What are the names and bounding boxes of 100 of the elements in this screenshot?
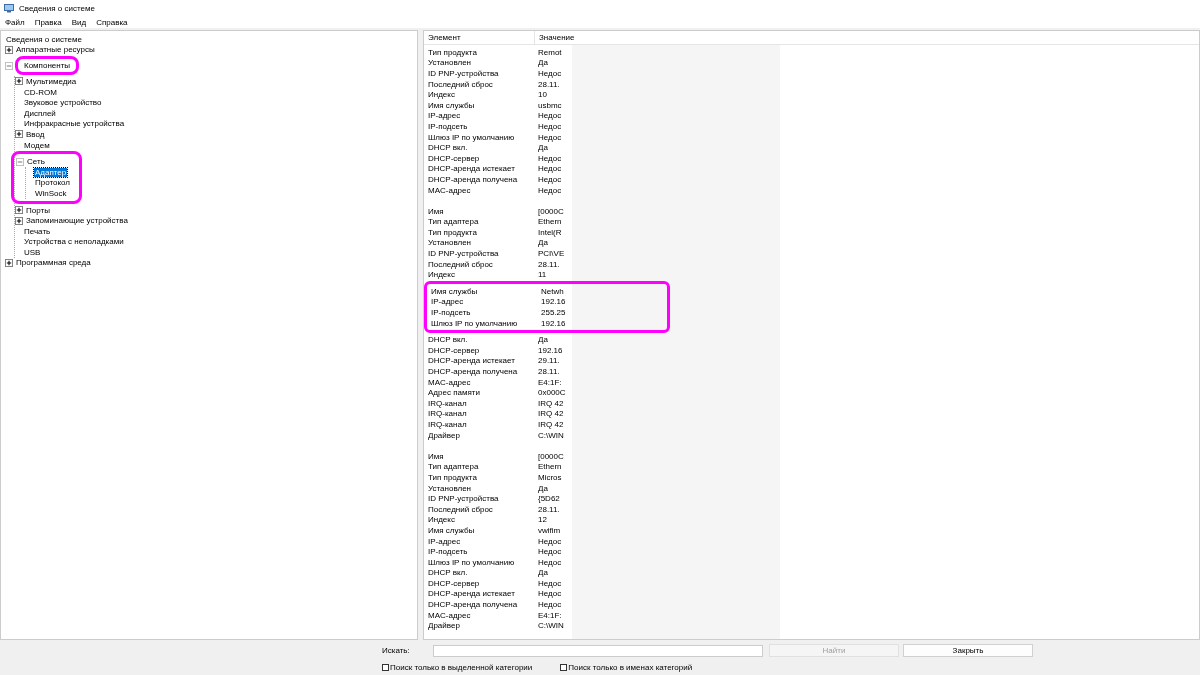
item-value: Да [537,143,549,153]
item-name: DHCP-сервер [427,153,481,163]
item-name: Тип продукта [427,47,478,57]
column-header[interactable]: Элемент [424,31,534,44]
item-value: 192.16 [537,345,564,355]
expand-icon[interactable] [15,77,23,86]
item-name: Индекс [427,515,456,525]
tree-item[interactable]: Мультимедиа [25,77,78,86]
item-value: Да [537,58,549,68]
search-label: Искать: [382,646,411,655]
tree-item[interactable]: Программная среда [15,258,92,268]
tree-item[interactable]: Звуковое устройство [23,98,103,108]
item-name: DHCP вкл. [427,335,469,345]
tree-item[interactable]: Печать [23,226,52,236]
item-name: IP-подсеть [427,547,469,557]
item-value: IRQ 42 [537,398,565,408]
item-value: Remot [537,47,563,57]
tree-item[interactable]: Сеть [26,157,46,167]
item-value: Недос [537,578,563,588]
item-name: Адрес памяти [427,388,481,398]
checkbox[interactable] [382,664,389,671]
item-name: Индекс [427,270,456,280]
search-field[interactable] [433,644,763,657]
item-value: Да [537,335,549,345]
item-value: Ethern [537,217,563,227]
item-name: Тип продукта [427,472,478,482]
item-name: IRQ-канал [427,398,468,408]
tree-item[interactable]: Инфракрасные устройства [23,119,126,129]
item-value: 11 [537,270,548,280]
item-value: Недос [537,557,563,567]
expand-icon[interactable] [15,206,23,214]
item-name: Шлюз IP по умолчанию [430,318,519,328]
menu-item[interactable]: Вид [70,17,88,27]
item-name: Имя [427,206,445,216]
item-value: 0x000C [537,388,567,398]
item-value: Да [537,238,549,248]
item-value: Недос [537,185,563,195]
item-name: DHCP вкл. [427,568,469,578]
tree-item[interactable]: Запоминающие устройства [25,216,129,226]
item-value: Недос [537,589,563,599]
item-value: 28.11. [537,504,561,514]
item-name: DHCP-сервер [427,578,481,588]
item-value: C:\WIN [537,430,565,440]
item-name: ID PNP-устройства [427,69,500,78]
item-name: Установлен [427,58,473,68]
tree-item[interactable]: Компоненты [15,56,80,76]
item-name: Драйвер [427,621,461,631]
item-name: IP-адрес [430,297,465,307]
tree-item[interactable]: Дисплей [23,108,57,118]
item-value: vwifim [537,525,562,535]
item-value: Недос [537,174,563,184]
tree-item[interactable]: Аппаратные ресурсы [15,45,96,55]
item-name: Тип адаптера [427,462,480,472]
tree-root[interactable]: Сведения о системе [5,34,83,44]
item-value: Недос [537,111,563,121]
expand-icon[interactable] [15,130,23,139]
item-value: Недос [537,536,563,546]
item-name: Шлюз IP по умолчанию [427,557,516,567]
item-value: Недос [537,132,563,142]
item-value: 10 [537,90,548,100]
tree-item[interactable]: Устройства с неполадками [23,237,125,247]
tree-item[interactable]: WinSock [34,188,68,198]
checkbox-label[interactable]: Поиск только в именах категорий [568,663,693,672]
item-value: [0000C [537,451,565,461]
tree-item[interactable]: Модем [23,140,51,150]
window-title: Сведения о системе [19,3,95,13]
item-value: usbmc [537,100,563,110]
item-value: Micros [537,472,563,482]
item-value: Ethern [537,462,563,472]
checkbox[interactable] [560,664,568,671]
item-name: ID PNP-устройства [427,249,500,259]
item-name: DHCP-аренда получена [427,174,519,184]
item-value: 12 [537,515,548,525]
tree-item[interactable]: CD-ROM [23,87,58,97]
item-name: IP-адрес [427,111,462,121]
item-name: Шлюз IP по умолчанию [427,132,516,142]
item-name: IP-подсеть [427,121,469,131]
expand-icon[interactable] [5,45,13,54]
item-value: 29.11. [537,356,561,366]
column-header[interactable]: Значение [534,31,1194,44]
item-name: Последний сброс [427,79,494,89]
item-value: 255.25 [540,308,567,318]
item-value: IRQ 42 [537,420,565,429]
expand-icon[interactable] [5,259,13,267]
item-name: DHCP-аренда истекает [427,164,516,174]
tree-item[interactable]: Протокол [34,178,72,188]
menu-item[interactable]: Правка [33,17,63,27]
menu-item[interactable]: Справка [95,17,129,27]
item-value: Да [537,568,549,578]
expand-icon[interactable] [15,216,23,225]
close-button[interactable]: Закрыть [903,644,1033,657]
tree-item[interactable]: Порты [25,205,51,215]
tree-item[interactable]: USB [23,247,42,257]
menu-item[interactable]: Файл [4,17,26,27]
item-name: Последний сброс [427,259,494,269]
item-value: 192.16 [540,297,567,307]
checkbox-label[interactable]: Поиск только в выделенной категории [390,663,533,672]
tree-item[interactable]: Адаптер [34,167,68,177]
tree-item[interactable]: Ввод [25,129,46,139]
item-name: Тип адаптера [427,217,480,227]
